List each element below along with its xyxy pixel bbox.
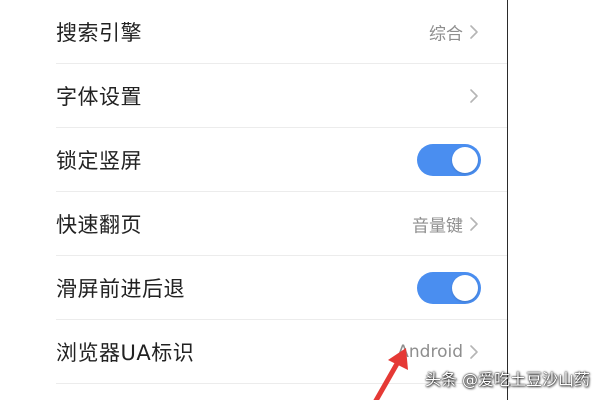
screenshot: 搜索引擎 综合 字体设置 锁定竖屏 快速翻页 音量键 滑屏前进后退 浏览器UA标… xyxy=(0,0,600,400)
toggle-knob xyxy=(452,275,478,301)
chevron-right-icon xyxy=(470,345,478,359)
search-engine-label: 搜索引擎 xyxy=(56,21,142,45)
lock-portrait-label: 锁定竖屏 xyxy=(56,149,142,173)
chevron-right-icon xyxy=(470,25,478,39)
settings-row-quick-page-turn[interactable]: 快速翻页 音量键 xyxy=(0,192,507,256)
chevron-right-icon xyxy=(470,217,478,231)
swipe-navigation-toggle[interactable] xyxy=(417,272,481,304)
search-engine-value: 综合 xyxy=(429,24,463,45)
browser-ua-label: 浏览器UA标识 xyxy=(56,341,195,365)
settings-row-swipe-navigation: 滑屏前进后退 xyxy=(0,256,507,320)
chevron-right-icon xyxy=(470,89,478,103)
quick-page-turn-value: 音量键 xyxy=(412,216,463,237)
settings-row-lock-portrait: 锁定竖屏 xyxy=(0,128,507,192)
settings-row-font[interactable]: 字体设置 xyxy=(0,64,507,128)
red-arrow-annotation-icon xyxy=(373,348,408,400)
watermark: 头条 @爱吃土豆沙山药 xyxy=(424,370,590,389)
settings-row-search-engine[interactable]: 搜索引擎 综合 xyxy=(0,0,507,64)
settings-list: 搜索引擎 综合 字体设置 锁定竖屏 快速翻页 音量键 滑屏前进后退 浏览器UA标… xyxy=(0,0,508,400)
swipe-navigation-label: 滑屏前进后退 xyxy=(56,277,185,301)
lock-portrait-toggle[interactable] xyxy=(417,144,481,176)
font-settings-label: 字体设置 xyxy=(56,85,142,109)
toggle-knob xyxy=(452,147,478,173)
quick-page-turn-label: 快速翻页 xyxy=(56,213,142,237)
